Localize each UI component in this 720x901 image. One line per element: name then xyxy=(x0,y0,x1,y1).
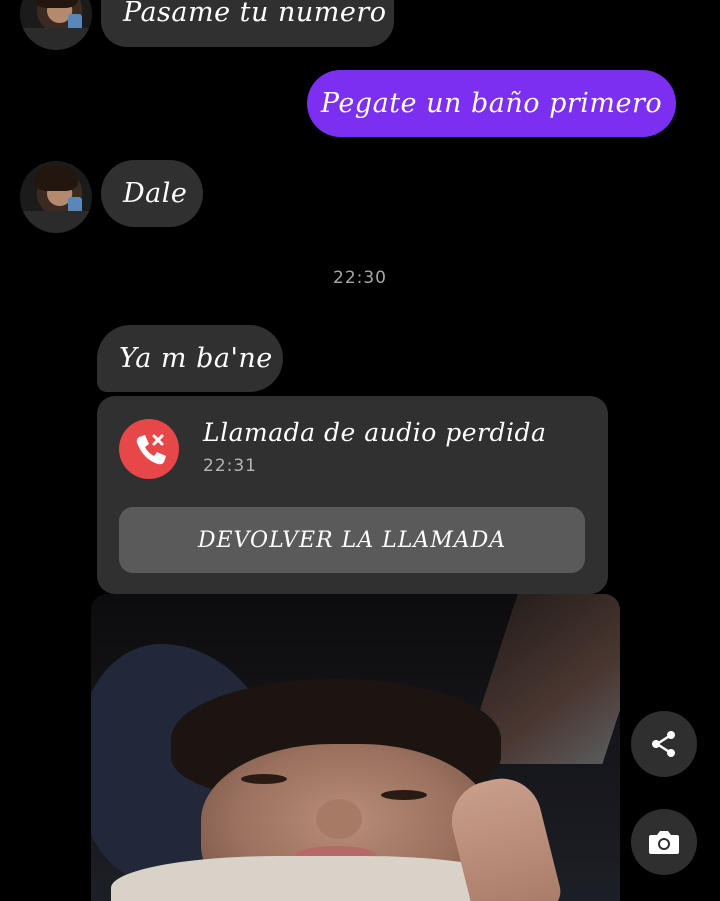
camera-button[interactable] xyxy=(631,809,697,875)
share-icon xyxy=(652,731,675,757)
message-text: Ya m ba'ne xyxy=(119,343,273,374)
chat-screen: Pasame tu numero Pegate un baño primero … xyxy=(0,0,720,901)
call-back-button[interactable]: DEVOLVER LA LLAMADA xyxy=(119,507,585,573)
outgoing-message-bubble[interactable]: Pegate un baño primero xyxy=(307,70,676,137)
message-text: Dale xyxy=(123,178,188,209)
incoming-message-bubble[interactable]: Dale xyxy=(101,160,203,227)
avatar-shirt xyxy=(20,28,92,50)
camera-icon xyxy=(649,831,679,854)
share-button[interactable] xyxy=(631,711,697,777)
photo-eye xyxy=(381,790,427,800)
message-text: Pasame tu numero xyxy=(123,0,387,28)
missed-call-time: 22:31 xyxy=(203,456,257,476)
photo-message[interactable] xyxy=(91,594,620,901)
incoming-message-bubble[interactable]: Pasame tu numero xyxy=(101,0,394,47)
avatar-shirt xyxy=(20,211,92,233)
message-text: Pegate un baño primero xyxy=(320,88,663,119)
contact-avatar[interactable] xyxy=(20,161,92,233)
photo-eye xyxy=(241,774,287,784)
incoming-message-bubble[interactable]: Ya m ba'ne xyxy=(97,325,283,392)
missed-call-title: Llamada de audio perdida xyxy=(203,418,547,447)
missed-call-icon xyxy=(119,419,179,479)
missed-call-card: Llamada de audio perdida 22:31 shitposts… xyxy=(97,396,608,594)
photo-nose xyxy=(316,799,362,839)
avatar-hair xyxy=(34,0,78,8)
message-timestamp: 22:30 xyxy=(333,268,387,288)
avatar-hair xyxy=(34,165,78,191)
contact-avatar[interactable] xyxy=(20,0,92,50)
